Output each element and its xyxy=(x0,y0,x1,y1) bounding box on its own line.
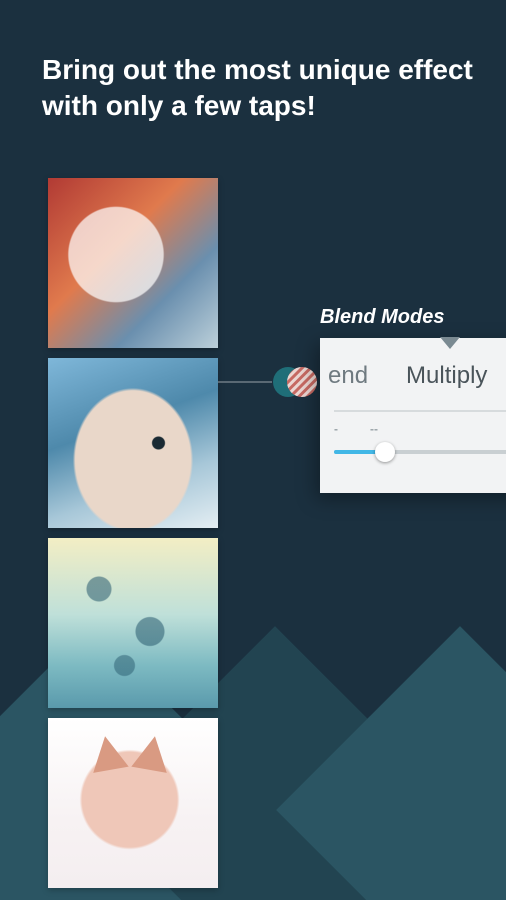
headline: Bring out the most unique effect with on… xyxy=(42,52,476,125)
slider-ticks: - -- xyxy=(334,422,506,442)
blend-mode-row[interactable]: end Multiply xyxy=(320,338,506,390)
divider xyxy=(334,410,506,412)
example-thumb[interactable] xyxy=(48,718,218,888)
blend-mode-prev[interactable]: end xyxy=(328,362,368,390)
example-thumb[interactable] xyxy=(48,538,218,708)
opacity-slider[interactable] xyxy=(334,450,506,454)
slider-tick: - xyxy=(334,422,338,436)
slider-knob[interactable] xyxy=(375,442,395,462)
chevron-down-icon xyxy=(440,337,460,349)
blend-venn-icon xyxy=(272,362,318,402)
example-thumb[interactable] xyxy=(48,178,218,348)
example-thumb[interactable] xyxy=(48,358,218,528)
blend-panel: end Multiply - -- xyxy=(320,338,506,493)
example-gallery xyxy=(48,178,218,888)
blend-mode-current[interactable]: Multiply xyxy=(406,362,487,390)
connector-line xyxy=(218,381,272,383)
panel-label: Blend Modes xyxy=(320,306,444,329)
slider-tick: -- xyxy=(370,422,378,436)
